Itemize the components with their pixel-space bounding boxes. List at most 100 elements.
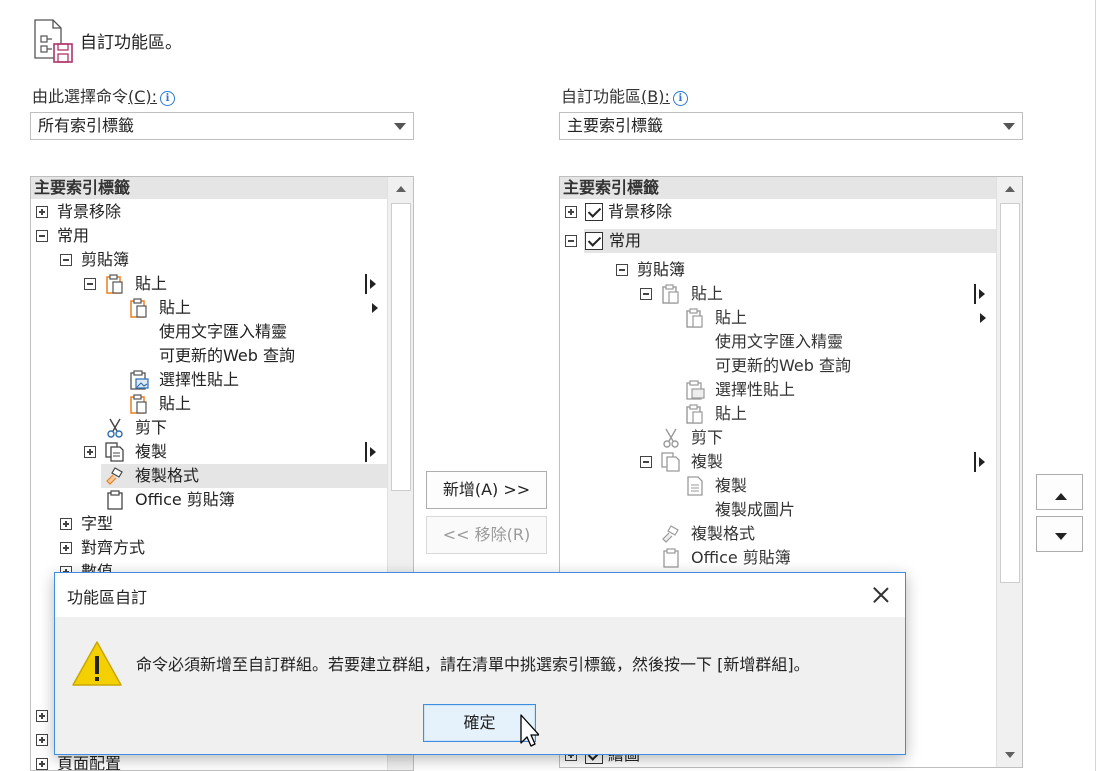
- ribbon-tabs-dropdown[interactable]: 主要索引標籤: [559, 112, 1023, 140]
- tree-item[interactable]: 背景移除: [560, 200, 996, 224]
- expand-icon[interactable]: [36, 206, 48, 218]
- list-item[interactable]: 背景移除: [31, 200, 387, 224]
- list-item[interactable]: 常用: [31, 224, 387, 248]
- tree-item-label: Office 剪貼簿: [691, 548, 791, 567]
- list-item[interactable]: 使用文字匯入精靈: [31, 320, 387, 344]
- tree-item[interactable]: 複製成圖片: [560, 498, 996, 522]
- list-item-label: 剪貼簿: [81, 250, 130, 269]
- chevron-down-icon: [1003, 123, 1015, 130]
- collapse-icon[interactable]: [616, 264, 628, 276]
- warning-icon: [72, 641, 122, 686]
- left-label-text: 由此選擇命令: [32, 87, 129, 106]
- list-item-label: 背景移除: [57, 202, 122, 221]
- tree-item[interactable]: 使用文字匯入精靈: [560, 330, 996, 354]
- remove-button[interactable]: << 移除(R): [426, 516, 547, 554]
- tree-item[interactable]: 選擇性貼上: [560, 378, 996, 402]
- header: 自訂功能區。: [32, 16, 182, 64]
- expand-icon[interactable]: [565, 206, 577, 218]
- collapse-icon[interactable]: [84, 278, 96, 290]
- header-title: 自訂功能區。: [80, 32, 182, 53]
- format-painter-icon: [662, 525, 679, 543]
- move-up-button[interactable]: [1036, 474, 1083, 510]
- expand-icon[interactable]: [36, 734, 48, 746]
- tree-item[interactable]: 複製格式: [560, 522, 996, 546]
- info-icon[interactable]: i: [160, 91, 176, 106]
- tree-item-label: 背景移除: [608, 202, 673, 221]
- tree-item[interactable]: 貼上: [560, 306, 996, 330]
- paste-icon: [686, 308, 703, 328]
- list-item-label: 常用: [57, 226, 90, 245]
- expand-icon[interactable]: [36, 758, 48, 770]
- tree-item-label: 選擇性貼上: [715, 380, 796, 399]
- add-button[interactable]: 新增(A) >>: [426, 471, 547, 509]
- tree-item[interactable]: 複製: [560, 450, 996, 474]
- tree-item[interactable]: 貼上: [560, 282, 996, 306]
- collapse-icon[interactable]: [36, 230, 48, 242]
- commands-source-dropdown[interactable]: 所有索引標籤: [30, 112, 414, 140]
- expand-icon[interactable]: [60, 542, 72, 554]
- scroll-up-button[interactable]: [997, 177, 1022, 201]
- collapse-icon[interactable]: [640, 456, 652, 468]
- list-item[interactable]: 選擇性貼上: [31, 368, 387, 392]
- tree-item[interactable]: Office 剪貼簿: [560, 546, 996, 570]
- list-group-header: 主要索引標籤: [560, 177, 996, 199]
- expand-icon[interactable]: [60, 518, 72, 530]
- copy-icon: [105, 442, 124, 462]
- list-item[interactable]: 對齊方式: [31, 536, 387, 560]
- list-item[interactable]: 剪貼簿: [31, 248, 387, 272]
- tree-item[interactable]: 剪貼簿: [560, 258, 996, 282]
- paste-special-icon: [686, 380, 705, 400]
- collapse-icon[interactable]: [640, 288, 652, 300]
- chevron-down-icon: [394, 123, 406, 130]
- scrollbar[interactable]: [996, 177, 1022, 767]
- checkbox-checked[interactable]: [585, 232, 603, 250]
- tree-item-label: 複製: [691, 452, 724, 471]
- info-icon[interactable]: i: [672, 91, 688, 106]
- collapse-icon[interactable]: [565, 235, 577, 247]
- expand-icon[interactable]: [84, 446, 96, 458]
- move-down-button[interactable]: [1036, 516, 1083, 552]
- list-item[interactable]: 貼上: [31, 272, 387, 296]
- list-item[interactable]: 貼上: [31, 296, 387, 320]
- list-group-header: 主要索引標籤: [31, 177, 387, 199]
- collapse-icon[interactable]: [60, 254, 72, 266]
- list-item-label: 複製: [135, 442, 168, 461]
- commands-source-value: 所有索引標籤: [38, 116, 135, 135]
- paste-icon: [106, 274, 123, 294]
- list-item-label: 貼上: [159, 394, 192, 413]
- list-item[interactable]: Office 剪貼簿: [31, 488, 387, 512]
- customize-ribbon-icon: [34, 19, 73, 63]
- copy-icon: [661, 452, 680, 472]
- tree-item-label: 可更新的Web 查詢: [715, 356, 851, 375]
- list-item[interactable]: 字型: [31, 512, 387, 536]
- tree-item-label: 貼上: [715, 404, 748, 423]
- scroll-down-button[interactable]: [997, 743, 1022, 767]
- submenu-arrow-icon: [372, 303, 378, 313]
- right-label-text: 自訂功能區: [561, 87, 642, 106]
- list-item[interactable]: 貼上: [31, 392, 387, 416]
- right-label-accel: (B):: [641, 87, 670, 106]
- scroll-thumb[interactable]: [1000, 203, 1020, 583]
- dialog-titlebar: 功能區自訂: [55, 573, 905, 617]
- close-icon[interactable]: [869, 583, 893, 607]
- tree-item-selected[interactable]: 常用: [565, 229, 996, 253]
- tree-item-label: 複製格式: [691, 524, 756, 543]
- expand-icon[interactable]: [36, 710, 48, 722]
- list-item[interactable]: 剪下: [31, 416, 387, 440]
- scroll-up-button[interactable]: [388, 177, 413, 201]
- tree-item[interactable]: 貼上: [560, 402, 996, 426]
- checkbox-checked[interactable]: [585, 203, 603, 221]
- list-item-label: 使用文字匯入精靈: [159, 322, 288, 341]
- tree-item[interactable]: 可更新的Web 查詢: [560, 354, 996, 378]
- list-item[interactable]: 可更新的Web 查詢: [31, 344, 387, 368]
- paste-icon: [662, 284, 679, 304]
- left-commands-label: 由此選擇命令(C): i: [32, 83, 176, 107]
- list-item-selected[interactable]: 複製格式: [101, 464, 387, 488]
- tree-item[interactable]: 複製: [560, 474, 996, 498]
- list-item[interactable]: 複製: [31, 440, 387, 464]
- list-item-label: 貼上: [135, 274, 168, 293]
- scroll-thumb[interactable]: [391, 203, 411, 491]
- tree-item[interactable]: 剪下: [560, 426, 996, 450]
- submenu-arrow-icon: [980, 313, 986, 323]
- tree-item-label: 貼上: [715, 308, 748, 327]
